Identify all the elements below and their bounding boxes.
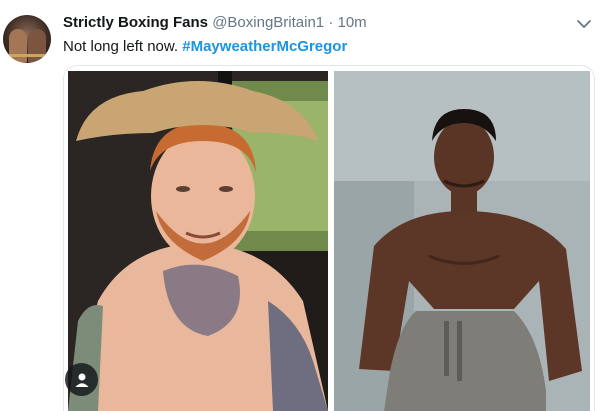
- tweet-text: Not long left now. #MayweatherMcGregor: [63, 37, 347, 57]
- media-grid: [63, 65, 595, 411]
- photo-left[interactable]: [68, 71, 328, 411]
- tweet-timestamp[interactable]: 10m: [338, 14, 367, 31]
- chevron-down-icon[interactable]: [574, 14, 594, 34]
- tweet-header: Strictly Boxing Fans @BoxingBritain1 · 1…: [63, 14, 367, 32]
- avatar-boxer-left: [9, 29, 27, 63]
- user-silhouette-icon[interactable]: [65, 363, 98, 396]
- author-handle[interactable]: @BoxingBritain1: [212, 14, 324, 31]
- hashtag-link[interactable]: #MayweatherMcGregor: [182, 38, 347, 55]
- author-name[interactable]: Strictly Boxing Fans: [63, 14, 208, 31]
- photo-right[interactable]: [334, 71, 590, 411]
- avatar-belt: [9, 54, 46, 57]
- avatar[interactable]: [3, 15, 51, 63]
- tweet-text-body: Not long left now.: [63, 38, 183, 55]
- avatar-boxer-right: [28, 29, 46, 63]
- separator-dot: ·: [328, 14, 334, 31]
